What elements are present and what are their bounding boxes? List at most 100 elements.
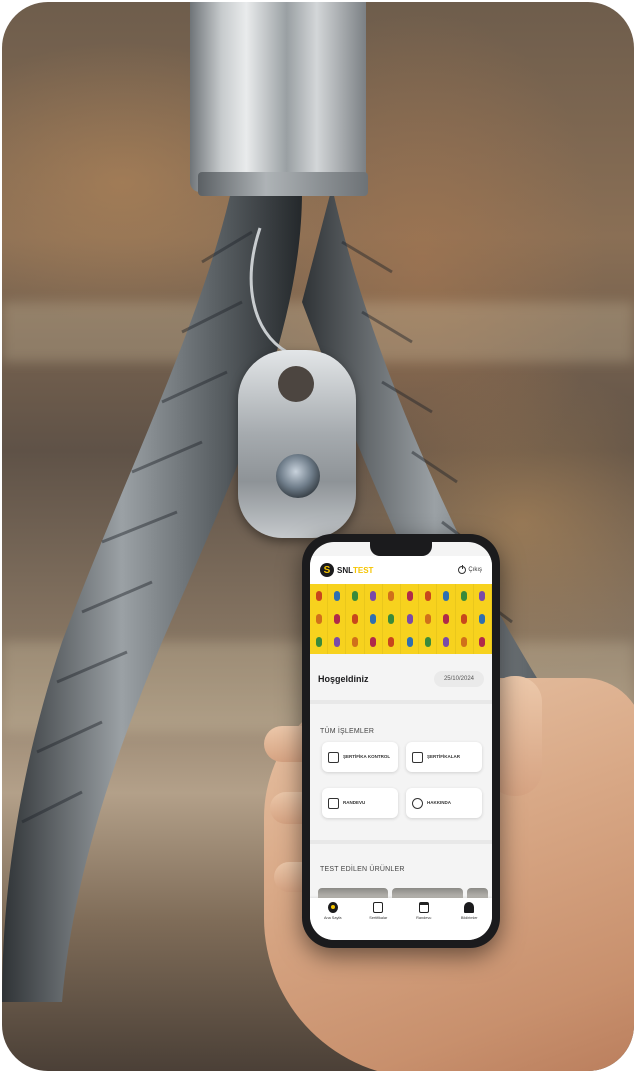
product-icon	[442, 613, 449, 624]
tab-label: Ana Sayfa	[323, 916, 342, 920]
banner-product-pictogram	[346, 607, 365, 631]
certificates-button[interactable]: ŞERTİFİKALAR	[406, 742, 482, 772]
product-icon	[479, 613, 486, 624]
operations-title: TÜM İŞLEMLER	[320, 728, 375, 735]
banner-product-pictogram	[456, 630, 474, 654]
action-label: ŞERTİFİKA KONTROL	[343, 754, 391, 759]
product-icon	[424, 613, 431, 624]
product-icon	[315, 613, 322, 624]
divider	[310, 840, 492, 844]
product-icon	[479, 590, 486, 601]
tab-label: Sertifikalar	[369, 916, 388, 920]
product-icon	[461, 613, 468, 624]
document-icon	[373, 902, 384, 913]
product-icon	[406, 613, 413, 624]
tab-label: Bildirimler	[460, 916, 478, 920]
power-icon	[458, 565, 467, 574]
product-icon	[424, 590, 431, 601]
product-icon	[333, 613, 340, 624]
product-icon	[442, 590, 449, 601]
product-icon	[370, 637, 377, 648]
action-label: ŞERTİFİKALAR	[427, 754, 460, 759]
product-icon	[406, 590, 413, 601]
notch	[370, 542, 432, 556]
smartphone: S SNLTEST Çıkış Hoşgeldiniz 25/10/2024 T…	[302, 534, 500, 948]
action-label: HAKKINDA	[427, 800, 451, 805]
banner-product-pictogram	[437, 630, 456, 654]
banner-product-pictogram	[346, 630, 365, 654]
phone-screen: S SNLTEST Çıkış Hoşgeldiniz 25/10/2024 T…	[310, 542, 492, 940]
banner-product-pictogram	[365, 584, 383, 608]
banner-product-pictogram	[328, 607, 347, 631]
product-icon	[370, 613, 377, 624]
banner-product-pictogram	[474, 630, 492, 654]
product-icon	[388, 637, 395, 648]
divider	[310, 700, 492, 704]
product-icon	[333, 590, 340, 601]
brand-prefix: SNL	[337, 565, 353, 575]
tag-chip	[276, 454, 320, 498]
product-icon	[424, 637, 431, 648]
action-label: RANDEVU	[343, 800, 366, 805]
logo-text: SNLTEST	[337, 566, 373, 575]
banner-product-pictogram	[474, 607, 492, 631]
banner-product-pictogram	[474, 584, 492, 608]
banner-product-pictogram	[365, 630, 383, 654]
bottom-tabbar: Ana Sayfa Sertifikalar Randevu Bildiriml…	[310, 898, 492, 940]
banner-product-pictogram	[310, 630, 329, 654]
product-icon	[442, 637, 449, 648]
exit-label: Çıkış	[468, 567, 482, 573]
tab-home[interactable]: Ana Sayfa	[313, 902, 353, 920]
banner-product-pictogram	[383, 630, 401, 654]
product-icon	[351, 613, 358, 624]
bell-icon	[464, 902, 475, 913]
certificate-icon	[412, 751, 423, 763]
appointment-button[interactable]: RANDEVU	[322, 788, 398, 818]
banner-product-pictogram	[419, 584, 438, 608]
tab-appointment[interactable]: Randevu	[404, 902, 444, 920]
product-icon	[388, 613, 395, 624]
banner-product-pictogram	[328, 584, 347, 608]
info-person-icon	[412, 797, 423, 809]
product-icon	[370, 590, 377, 601]
exit-button[interactable]: Çıkış	[458, 565, 482, 574]
product-icon	[461, 637, 468, 648]
banner-product-pictogram	[401, 607, 420, 631]
calendar-icon	[328, 797, 339, 809]
app-header: S SNLTEST Çıkış	[310, 556, 492, 584]
banner-product-pictogram	[310, 584, 329, 608]
banner-product-pictogram	[456, 607, 474, 631]
app-logo: S SNLTEST	[320, 563, 373, 577]
brand-suffix: TEST	[353, 565, 374, 575]
banner-product-pictogram	[456, 584, 474, 608]
product-banner	[310, 584, 492, 654]
product-icon	[315, 637, 322, 648]
photo-frame: S SNLTEST Çıkış Hoşgeldiniz 25/10/2024 T…	[2, 2, 634, 1071]
banner-product-pictogram	[346, 584, 365, 608]
welcome-title: Hoşgeldiniz	[318, 674, 369, 684]
product-icon	[406, 637, 413, 648]
tab-notifications[interactable]: Bildirimler	[449, 902, 489, 920]
shackle-lip	[198, 172, 368, 196]
inspection-tag	[238, 350, 356, 538]
welcome-row: Hoşgeldiniz 25/10/2024	[318, 666, 484, 692]
banner-product-pictogram	[401, 584, 420, 608]
shackle	[190, 2, 366, 192]
home-logo-icon	[327, 902, 338, 913]
banner-product-pictogram	[419, 607, 438, 631]
qr-scan-icon	[328, 751, 339, 763]
banner-product-pictogram	[419, 630, 438, 654]
welcome-date: 25/10/2024	[433, 671, 484, 687]
product-icon	[479, 637, 486, 648]
banner-product-pictogram	[328, 630, 347, 654]
product-icon	[388, 590, 395, 601]
products-title: TEST EDİLEN ÜRÜNLER	[320, 866, 405, 873]
tab-certificates[interactable]: Sertifikalar	[358, 902, 398, 920]
banner-product-pictogram	[365, 607, 383, 631]
product-icon	[315, 590, 322, 601]
calendar-add-icon	[418, 902, 429, 913]
product-icon	[333, 637, 340, 648]
product-icon	[351, 590, 358, 601]
about-button[interactable]: HAKKINDA	[406, 788, 482, 818]
certificate-check-button[interactable]: ŞERTİFİKA KONTROL	[322, 742, 398, 772]
